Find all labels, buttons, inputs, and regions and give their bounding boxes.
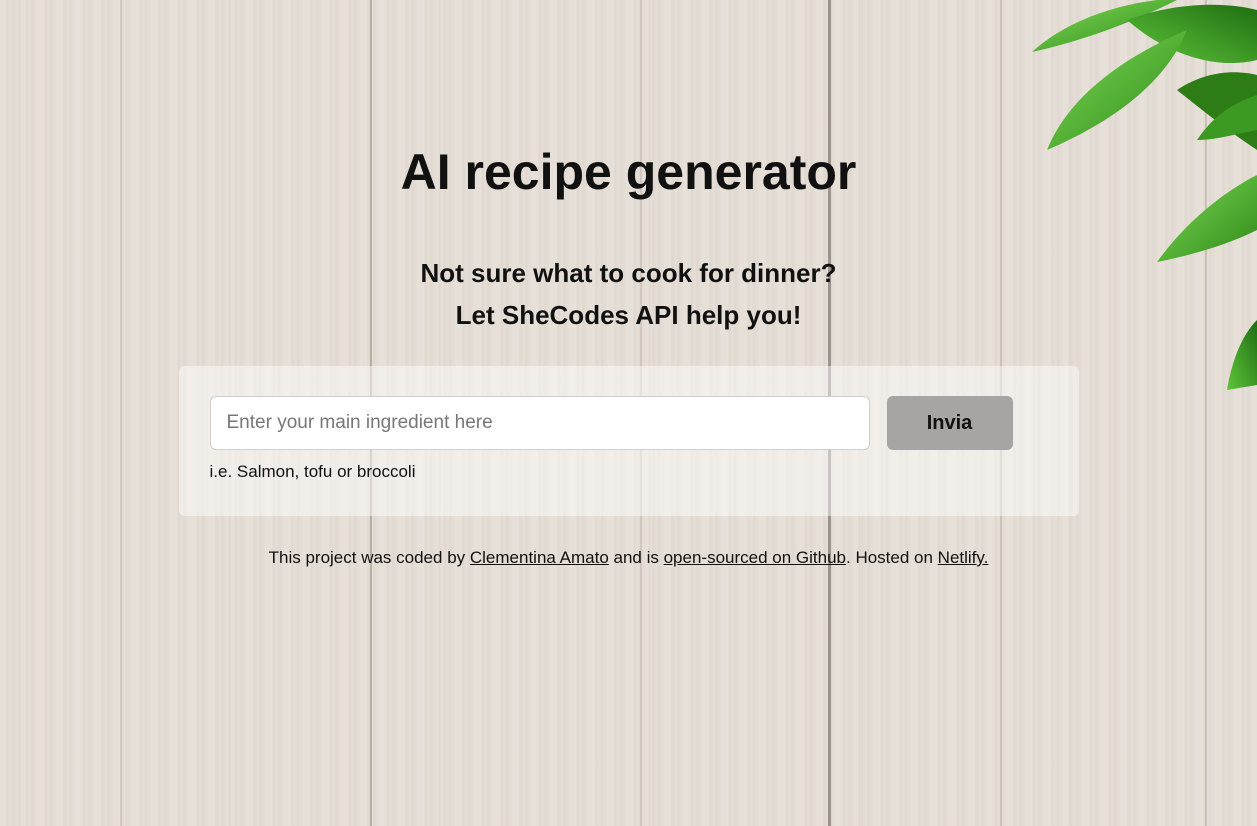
subtitle-line-2: Let SheCodes API help you! xyxy=(455,300,802,330)
wood-grain-line xyxy=(120,0,122,826)
footer-text: This project was coded by xyxy=(268,548,470,567)
footer-text: . Hosted on xyxy=(846,548,938,567)
main-container: AI recipe generator Not sure what to coo… xyxy=(178,0,1079,568)
page-title: AI recipe generator xyxy=(400,144,857,200)
wood-grain-line xyxy=(1205,0,1207,826)
footer: This project was coded by Clementina Ama… xyxy=(179,548,1079,568)
input-hint: i.e. Salmon, tofu or broccoli xyxy=(209,462,416,481)
ingredient-form: Invia i.e. Salmon, tofu or broccoli xyxy=(178,366,1079,516)
footer-text: and is xyxy=(608,548,664,567)
netlify-link[interactable]: Netlify. xyxy=(938,548,989,567)
submit-button[interactable]: Invia xyxy=(886,396,1013,450)
subtitle: Not sure what to cook for dinner? Let Sh… xyxy=(179,252,1079,336)
ingredient-input[interactable] xyxy=(209,396,870,450)
author-link[interactable]: Clementina Amato xyxy=(470,548,609,567)
github-link[interactable]: open-sourced on Github xyxy=(664,548,846,567)
subtitle-line-1: Not sure what to cook for dinner? xyxy=(420,258,837,288)
